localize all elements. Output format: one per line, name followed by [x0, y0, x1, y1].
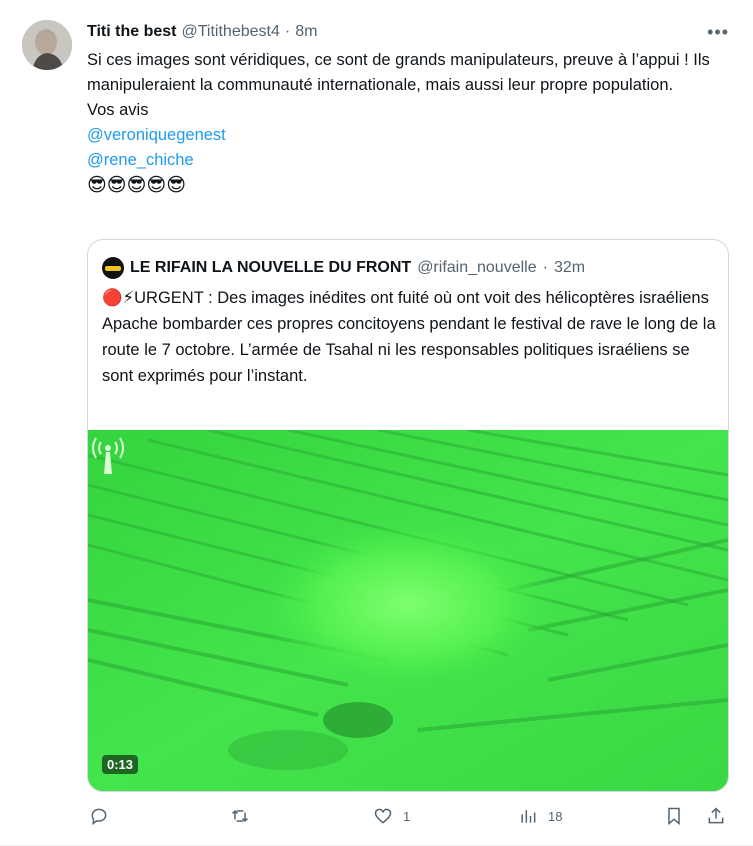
views-count: 18: [548, 808, 563, 824]
broadcast-icon: [92, 437, 124, 474]
quote-author-handle: @rifain_nouvelle: [417, 259, 537, 276]
bookmark-icon: [668, 807, 680, 826]
more-horizontal-icon[interactable]: •••: [707, 23, 729, 41]
quoted-tweet[interactable]: LE RIFAIN LA NOUVELLE DU FRONT @rifain_n…: [87, 239, 729, 792]
tweet-text-question: Vos avis: [87, 101, 149, 119]
like-button[interactable]: 1: [373, 806, 410, 826]
tweet-body: Si ces images sont véridiques, ce sont d…: [87, 48, 727, 199]
tweet-text: Si ces images sont véridiques, ce sont d…: [87, 51, 710, 94]
emoji-row: 😎😎😎😎😎: [87, 175, 187, 196]
separator-dot: ·: [284, 23, 291, 40]
separator-dot: ·: [542, 259, 548, 276]
retweet-icon: [231, 809, 249, 823]
author-handle[interactable]: @Titithebest4: [182, 22, 280, 42]
quote-author-name: LE RIFAIN LA NOUVELLE DU FRONT: [130, 259, 412, 276]
quote-header: LE RIFAIN LA NOUVELLE DU FRONT @rifain_n…: [102, 257, 585, 279]
like-count: 1: [403, 808, 411, 824]
tweet-header: Titi the best @Titithebest4 · 8m: [87, 22, 317, 42]
quote-time: 32m: [553, 259, 586, 276]
tweet[interactable]: Titi the best @Titithebest4 · 8m ••• Si …: [0, 0, 753, 846]
quote-avatar: [102, 257, 124, 279]
views-button[interactable]: 18: [518, 806, 562, 826]
analytics-icon: [521, 810, 536, 823]
video-duration: 0:13: [102, 755, 139, 774]
quote-text: 🔴⚡URGENT : Des images inédites ont fuité…: [102, 289, 716, 385]
video-thumbnail: [88, 430, 728, 791]
action-bar: 1 18: [87, 806, 733, 832]
bookmark-button[interactable]: [664, 806, 684, 826]
share-button[interactable]: [706, 806, 726, 826]
avatar[interactable]: [22, 20, 72, 70]
retweet-button[interactable]: [230, 806, 260, 826]
tweet-time[interactable]: 8m: [295, 22, 317, 42]
share-icon: [708, 807, 724, 824]
reply-icon: [91, 808, 107, 826]
video-player[interactable]: 0:13: [88, 430, 728, 791]
heart-icon: [374, 808, 392, 824]
mention-link[interactable]: @veroniquegenest: [87, 123, 727, 148]
reply-button[interactable]: [89, 806, 119, 826]
mention-link[interactable]: @rene_chiche: [87, 148, 727, 173]
author-name[interactable]: Titi the best: [87, 22, 177, 42]
